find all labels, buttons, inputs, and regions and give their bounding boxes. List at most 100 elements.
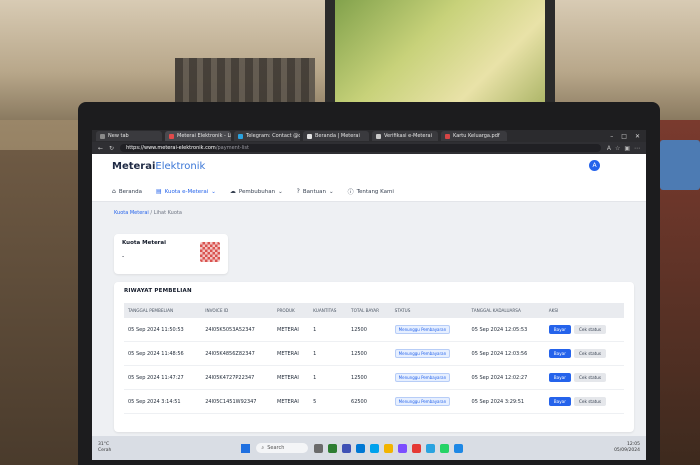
column-header: Kuantitas	[309, 303, 348, 318]
browser-toolbar: ← ↻ https://www.meterai-elektronik.com/p…	[92, 142, 646, 154]
window-controls: – □ ✕	[610, 133, 646, 140]
column-header: Invoice ID	[201, 303, 273, 318]
url-path: /payment-list	[215, 145, 249, 151]
window-frame-right	[545, 0, 555, 110]
search-icon: ⌕	[261, 445, 265, 451]
menu-item-tentang[interactable]: ⓘ Tentang Kami	[348, 187, 394, 197]
user-avatar[interactable]: A	[589, 160, 600, 171]
cell-product: METERAI	[273, 341, 310, 366]
taskbar-app-icon[interactable]	[356, 443, 366, 453]
menu-item-kuota[interactable]: ▤ Kuota e-Meterai ⌄	[156, 187, 216, 196]
check-status-button[interactable]: Cek status	[573, 325, 607, 334]
reload-icon[interactable]: ↻	[109, 145, 114, 152]
taskbar-app-icon[interactable]	[370, 443, 380, 453]
browser-tab[interactable]: Telegram: Contact @cl	[234, 131, 300, 141]
check-status-button[interactable]: Cek status	[573, 397, 607, 406]
browser-tab[interactable]: New tab	[96, 131, 162, 141]
windows-start-icon[interactable]	[241, 443, 251, 453]
cell-product: METERAI	[273, 318, 310, 342]
cell-status: Menunggu Pembayaran	[390, 389, 468, 414]
background-chair	[175, 58, 315, 104]
cell-status: Menunggu Pembayaran	[390, 318, 468, 342]
browser-tab[interactable]: Verifikasi e-Meterai	[372, 131, 438, 141]
chevron-down-icon: ⌄	[211, 188, 216, 195]
status-badge: Menunggu Pembayaran	[394, 373, 451, 382]
tab-favicon-icon	[169, 133, 174, 139]
browser-tab[interactable]: Beranda | Meterai	[303, 131, 369, 141]
maximize-icon[interactable]: □	[621, 133, 627, 140]
pay-button[interactable]: Bayar	[548, 397, 571, 406]
taskbar-app-icon[interactable]	[412, 443, 422, 453]
taskbar-app-icon[interactable]	[440, 443, 450, 453]
cell-qty: 1	[309, 318, 348, 342]
more-icon[interactable]: ⋯	[634, 145, 640, 152]
back-icon[interactable]: ←	[98, 145, 103, 152]
taskbar-app-icon[interactable]	[426, 443, 436, 453]
status-badge: Menunggu Pembayaran	[394, 325, 451, 334]
tab-favicon-icon	[376, 133, 381, 139]
read-aloud-icon[interactable]: A	[607, 145, 611, 152]
menu-item-beranda[interactable]: ⌂ Beranda	[112, 187, 142, 196]
taskbar-app-icon[interactable]	[328, 443, 338, 453]
table-row: 05 Sep 2024 11:48:56 24I05K4856Z82347 METE…	[124, 341, 624, 366]
cell-product: METERAI	[273, 389, 310, 414]
taskbar-search[interactable]: ⌕ Search	[256, 443, 309, 453]
address-bar[interactable]: https://www.meterai-elektronik.com/payme…	[120, 144, 601, 152]
cell-product: METERAI	[273, 365, 310, 390]
cell-invoice: 24I05K4727P22347	[201, 365, 273, 390]
background-table	[0, 150, 80, 465]
cell-total: 62500	[347, 389, 391, 414]
taskbar-app-icon[interactable]	[384, 443, 394, 453]
column-header: Aksi	[544, 303, 624, 318]
browser-tab[interactable]: Meterai Elektronik - Liha	[165, 131, 231, 141]
taskbar-app-icon[interactable]	[342, 443, 352, 453]
pay-button[interactable]: Bayar	[548, 325, 571, 334]
favorite-icon[interactable]: ☆	[615, 145, 620, 152]
menu-label: Pembubuhan	[238, 188, 276, 195]
breadcrumb-link[interactable]: Kuota Meterai	[114, 210, 149, 216]
meterai-stamp-icon	[200, 242, 220, 262]
taskbar-app-icon[interactable]	[314, 443, 324, 453]
taskbar-app-icon[interactable]	[398, 443, 408, 453]
table-row: 05 Sep 2024 3:14:51 24I05C1451W92347 METER…	[124, 389, 624, 414]
table-row: 05 Sep 2024 11:47:27 24I05K4727P22347 METE…	[124, 365, 624, 390]
tab-favicon-icon	[445, 133, 450, 139]
pay-button[interactable]: Bayar	[548, 373, 571, 382]
tab-favicon-icon	[100, 133, 105, 139]
brand-logo[interactable]: MeteraiElektronik	[112, 161, 626, 172]
laptop-screen: New tab Meterai Elektronik - Liha Telegram…	[92, 130, 646, 460]
status-badge: Menunggu Pembayaran	[394, 349, 451, 358]
pay-button[interactable]: Bayar	[548, 349, 571, 358]
table-body: 05 Sep 2024 11:50:53 24I05K5053A52347 METE…	[124, 318, 624, 414]
menu-item-pembubuhan[interactable]: ☁ Pembubuhan ⌄	[230, 187, 283, 196]
system-clock[interactable]: 12:05 05/09/2024	[614, 442, 640, 454]
tab-list: New tab Meterai Elektronik - Liha Telegram…	[96, 131, 507, 141]
browser-tab[interactable]: Kartu Keluarga.pdf	[441, 131, 507, 141]
tab-label: Beranda | Meterai	[315, 133, 360, 139]
close-icon[interactable]: ✕	[635, 133, 640, 140]
column-header: Produk	[273, 303, 310, 318]
menu-item-bantuan[interactable]: ? Bantuan ⌄	[297, 187, 334, 196]
tab-label: Kartu Keluarga.pdf	[453, 133, 500, 139]
url-host: https://www.meterai-elektronik.com	[126, 145, 216, 151]
main-menu: ⌂ Beranda ▤ Kuota e-Meterai ⌄ ☁ Pembubuhan ⌄ …	[112, 187, 626, 196]
history-title: RIWAYAT PEMBELIAN	[124, 288, 192, 294]
check-status-button[interactable]: Cek status	[573, 349, 607, 358]
collections-icon[interactable]: ▣	[624, 145, 630, 152]
weather-widget[interactable]: 31°C Cerah	[98, 442, 111, 454]
taskbar-app-icon[interactable]	[454, 443, 464, 453]
app-header: MeteraiElektronik A ⌂ Beranda ▤ Kuota e-Me…	[92, 154, 646, 202]
status-badge: Menunggu Pembayaran	[394, 397, 451, 406]
cell-expiry: 05 Sep 2024 12:02:27	[467, 365, 545, 390]
tab-label: New tab	[108, 133, 129, 139]
tab-favicon-icon	[238, 133, 243, 139]
minimize-icon[interactable]: –	[610, 133, 613, 140]
windows-taskbar: 31°C Cerah ⌕ Search 12:05 05/09/2024	[92, 436, 646, 460]
cell-total: 12500	[347, 365, 391, 390]
check-status-button[interactable]: Cek status	[573, 373, 607, 382]
table-header-row: Tanggal Pembelian Invoice ID Produk Kuantit…	[124, 303, 624, 318]
cell-actions: Bayar Cek status	[544, 318, 624, 342]
column-header: Total Bayar	[347, 303, 391, 318]
tab-label: Verifikasi e-Meterai	[384, 133, 432, 139]
help-icon: ?	[296, 188, 300, 195]
